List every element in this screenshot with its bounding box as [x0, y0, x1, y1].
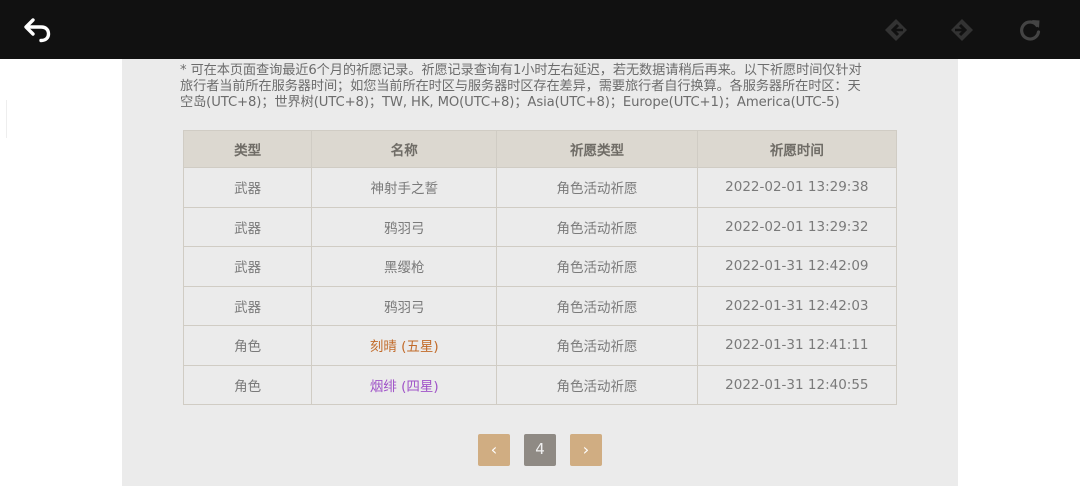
cell-name: 黑缨枪	[311, 246, 498, 287]
cell-wish-type: 角色活动祈愿	[496, 206, 698, 247]
cell-wish-type: 角色活动祈愿	[496, 285, 698, 326]
notice-line: 旅行者当前所在服务器时间；如您当前所在时区与服务器时区存在差异，需要旅行者自行换…	[180, 79, 861, 94]
cell-type: 武器	[182, 285, 313, 326]
cell-name: 鸦羽弓	[311, 285, 498, 326]
cell-wish-type: 角色活动祈愿	[496, 325, 698, 366]
table-row: 武器 黑缨枪 角色活动祈愿 2022-01-31 12:42:09	[182, 246, 898, 287]
refresh-button[interactable]	[1016, 16, 1044, 44]
cell-wish-type: 角色活动祈愿	[496, 167, 698, 208]
cell-name-five-star: 刻晴 (五星)	[311, 325, 498, 366]
cell-time: 2022-02-01 13:29:38	[696, 167, 898, 208]
column-header-wish-type: 祈愿类型	[496, 130, 698, 168]
diamond-arrow-right-icon	[951, 19, 973, 41]
column-header-type: 类型	[182, 130, 313, 168]
wish-records-table: 类型 名称 祈愿类型 祈愿时间 武器 神射手之誓 角色活动祈愿 2022-02-…	[182, 130, 898, 405]
table-row: 角色 烟绯 (四星) 角色活动祈愿 2022-01-31 12:40:55	[182, 364, 898, 405]
cell-time: 2022-01-31 12:41:11	[696, 325, 898, 366]
cell-type: 角色	[182, 325, 313, 366]
next-page-button[interactable]: ›	[570, 434, 602, 466]
table-row: 武器 神射手之誓 角色活动祈愿 2022-02-01 13:29:38	[182, 167, 898, 208]
chevron-right-icon: ›	[582, 440, 590, 459]
cell-time: 2022-01-31 12:40:55	[696, 364, 898, 405]
current-page-indicator: 4	[524, 434, 556, 466]
table-row: 角色 刻晴 (五星) 角色活动祈愿 2022-01-31 12:41:11	[182, 325, 898, 366]
cell-wish-type: 角色活动祈愿	[496, 246, 698, 287]
notice-text: * 可在本页面查询最近6个月的祈愿记录。祈愿记录查询有1小时左右延迟，若无数据请…	[180, 63, 902, 111]
cell-time: 2022-01-31 12:42:03	[696, 285, 898, 326]
refresh-icon	[1020, 20, 1041, 41]
back-button[interactable]	[22, 14, 54, 46]
nav-forward-button[interactable]	[948, 16, 976, 44]
cell-name: 神射手之誓	[311, 167, 498, 208]
chevron-left-icon: ‹	[490, 440, 498, 459]
notice-line: * 可在本页面查询最近6个月的祈愿记录。祈愿记录查询有1小时左右延迟，若无数据请…	[180, 63, 862, 78]
top-toolbar	[0, 0, 1080, 59]
cell-type: 角色	[182, 364, 313, 405]
notice-line: 空岛(UTC+8)；世界树(UTC+8)；TW, HK, MO(UTC+8)；A…	[180, 95, 840, 110]
wish-history-panel: * 可在本页面查询最近6个月的祈愿记录。祈愿记录查询有1小时左右延迟，若无数据请…	[122, 59, 958, 486]
edge-handle	[0, 100, 7, 138]
cell-type: 武器	[182, 246, 313, 287]
nav-back-button[interactable]	[882, 16, 910, 44]
table-row: 武器 鸦羽弓 角色活动祈愿 2022-02-01 13:29:32	[182, 206, 898, 247]
cell-type: 武器	[182, 206, 313, 247]
previous-page-button[interactable]: ‹	[478, 434, 510, 466]
cell-name-four-star: 烟绯 (四星)	[311, 364, 498, 405]
diamond-arrow-left-icon	[885, 19, 907, 41]
cell-time: 2022-01-31 12:42:09	[696, 246, 898, 287]
column-header-wish-time: 祈愿时间	[696, 130, 898, 168]
cell-time: 2022-02-01 13:29:32	[696, 206, 898, 247]
cell-name: 鸦羽弓	[311, 206, 498, 247]
cell-type: 武器	[182, 167, 313, 208]
cell-wish-type: 角色活动祈愿	[496, 364, 698, 405]
table-header-row: 类型 名称 祈愿类型 祈愿时间	[182, 130, 898, 168]
table-row: 武器 鸦羽弓 角色活动祈愿 2022-01-31 12:42:03	[182, 285, 898, 326]
undo-arrow-icon	[24, 18, 51, 43]
column-header-name: 名称	[311, 130, 498, 168]
